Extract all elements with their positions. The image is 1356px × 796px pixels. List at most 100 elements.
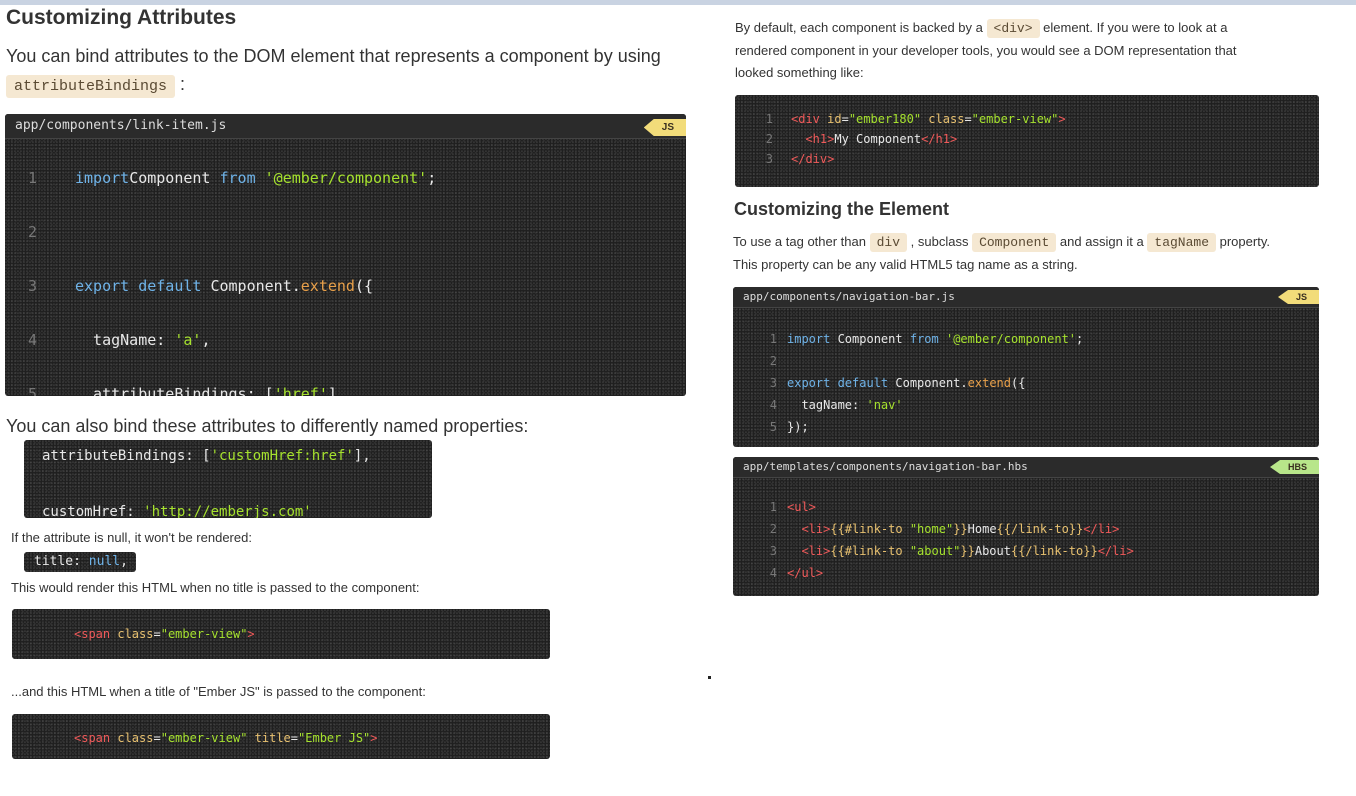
code-token: </ul>: [787, 566, 824, 580]
code-block-header: app/components/navigation-bar.js JS: [733, 287, 1319, 308]
line-number: 2: [27, 223, 37, 241]
code-token: Component.: [201, 277, 301, 295]
code-block-span-with-title: <span class="ember-view" title="Ember JS…: [12, 714, 550, 759]
line-number: 2: [769, 522, 777, 536]
code-token: <h1>: [805, 132, 835, 146]
code-block-header: app/templates/components/navigation-bar.…: [733, 457, 1319, 478]
code-token: 'http://emberjs.com': [143, 504, 312, 518]
code-token: }}: [953, 522, 968, 536]
code-token: "about": [902, 544, 961, 558]
code-token: >: [370, 731, 378, 745]
language-badge: HBS: [1269, 460, 1319, 474]
code-line: customHref: 'http://emberjs.com': [42, 498, 312, 518]
code-block-navigation-bar-js: app/components/navigation-bar.js JS 1 imp…: [733, 287, 1319, 447]
intro-suffix: :: [180, 74, 186, 94]
code-token: "ember-view": [971, 112, 1059, 126]
code-token: 'href': [273, 385, 328, 396]
code-line: <span class="ember-view">: [74, 625, 255, 643]
code-token: ],: [353, 448, 371, 464]
code-token: 'nav': [866, 398, 903, 412]
default-element-paragraph: By default, each component is backed by …: [735, 17, 1335, 84]
code-token: "ember-view": [160, 627, 248, 641]
code-line: });: [787, 416, 809, 438]
top-border: [0, 0, 1356, 5]
code-token: </div>: [791, 152, 835, 166]
language-badge: JS: [643, 119, 686, 136]
inline-code-attributebindings: attributeBindings: [6, 75, 176, 98]
code-token: tagName:: [787, 398, 867, 412]
stray-pixel: [708, 676, 711, 679]
code-filename: app/components/navigation-bar.js: [743, 290, 955, 303]
code-block-span-no-title: <span class="ember-view">: [12, 609, 550, 659]
code-token: <div: [791, 112, 820, 126]
p1-line3: looked something like:: [735, 65, 864, 80]
code-token: tagName:: [75, 331, 175, 349]
code-line: importComponent from '@ember/component';: [75, 151, 436, 205]
code-token: My Component: [834, 132, 922, 146]
code-filename: app/templates/components/navigation-bar.…: [743, 460, 1028, 473]
code-token: ,: [201, 331, 211, 349]
line-number: 2: [769, 354, 777, 368]
code-token: "ember180": [848, 112, 922, 126]
code-line: import Component from '@ember/component'…: [787, 328, 1083, 350]
code-filename: app/components/link-item.js: [15, 118, 227, 133]
code-block-link-item: app/components/link-item.js JS 1 importCo…: [5, 114, 686, 396]
code-token: {{/link-to}}: [1010, 544, 1098, 558]
code-token: title: [247, 731, 291, 745]
language-badge: JS: [1277, 290, 1319, 304]
code-token: "home": [902, 522, 954, 536]
code-token: =: [964, 112, 972, 126]
code-token: >: [1058, 112, 1066, 126]
code-token: class: [921, 112, 965, 126]
code-line: title: null,: [34, 553, 128, 571]
code-token: class: [110, 731, 154, 745]
page-title: Customizing Attributes: [6, 6, 237, 29]
code-line: tagName: 'nav': [787, 394, 903, 416]
code-line: export default Component.extend({: [75, 259, 373, 313]
code-line: <span class="ember-view" title="Ember JS…: [74, 729, 378, 747]
code-token: ;: [427, 169, 437, 187]
line-number: 4: [769, 566, 777, 580]
tagname-paragraph: To use a tag other than div , subclass C…: [733, 231, 1333, 276]
p2-text-a: To use a tag other than: [733, 234, 866, 249]
code-token: extend: [967, 376, 1011, 390]
also-bind-text: You can also bind these attributes to di…: [6, 416, 529, 436]
p2-text-b: , subclass: [910, 234, 969, 249]
line-number: 3: [769, 376, 777, 390]
line-number: 2: [765, 132, 773, 146]
code-token: id: [819, 112, 842, 126]
section-heading-customizing-element: Customizing the Element: [734, 199, 950, 219]
line-number: 5: [27, 385, 37, 396]
code-line: <li>{{#link-to "home"}}Home{{/link-to}}<…: [787, 518, 1119, 540]
code-token: export default: [75, 277, 202, 295]
code-token: <span: [74, 731, 111, 745]
code-token: }}: [960, 544, 975, 558]
code-token: import: [787, 332, 831, 346]
inline-code-div-tag: <div>: [986, 19, 1040, 38]
code-token: 'a': [174, 331, 202, 349]
code-token: null: [88, 554, 121, 569]
line-number: 5: [769, 420, 777, 434]
code-token: '@ember/component': [255, 169, 428, 187]
code-token: from: [909, 332, 939, 346]
line-number: 4: [769, 398, 777, 412]
code-token: ({: [1011, 376, 1026, 390]
code-token: Home: [967, 522, 997, 536]
code-token: =: [290, 731, 299, 745]
code-token: });: [787, 420, 809, 434]
code-line: <div id="ember180" class="ember-view">: [791, 109, 1066, 129]
code-token: =: [153, 731, 161, 745]
code-line: <li>{{#link-to "about"}}About{{/link-to}…: [787, 540, 1133, 562]
intro-paragraph: You can bind attributes to the DOM eleme…: [6, 42, 686, 101]
code-block-header: app/components/link-item.js JS: [5, 114, 686, 139]
no-title-text: This would render this HTML when no titl…: [11, 580, 420, 595]
code-token: >: [247, 627, 255, 641]
code-token: {{/link-to}}: [996, 522, 1084, 536]
line-number: 3: [765, 152, 773, 166]
code-token: Component: [830, 332, 910, 346]
line-number: 1: [765, 112, 773, 126]
code-token: attributeBindings: [: [42, 448, 211, 464]
p1-text-a: By default, each component is backed by …: [735, 20, 983, 35]
